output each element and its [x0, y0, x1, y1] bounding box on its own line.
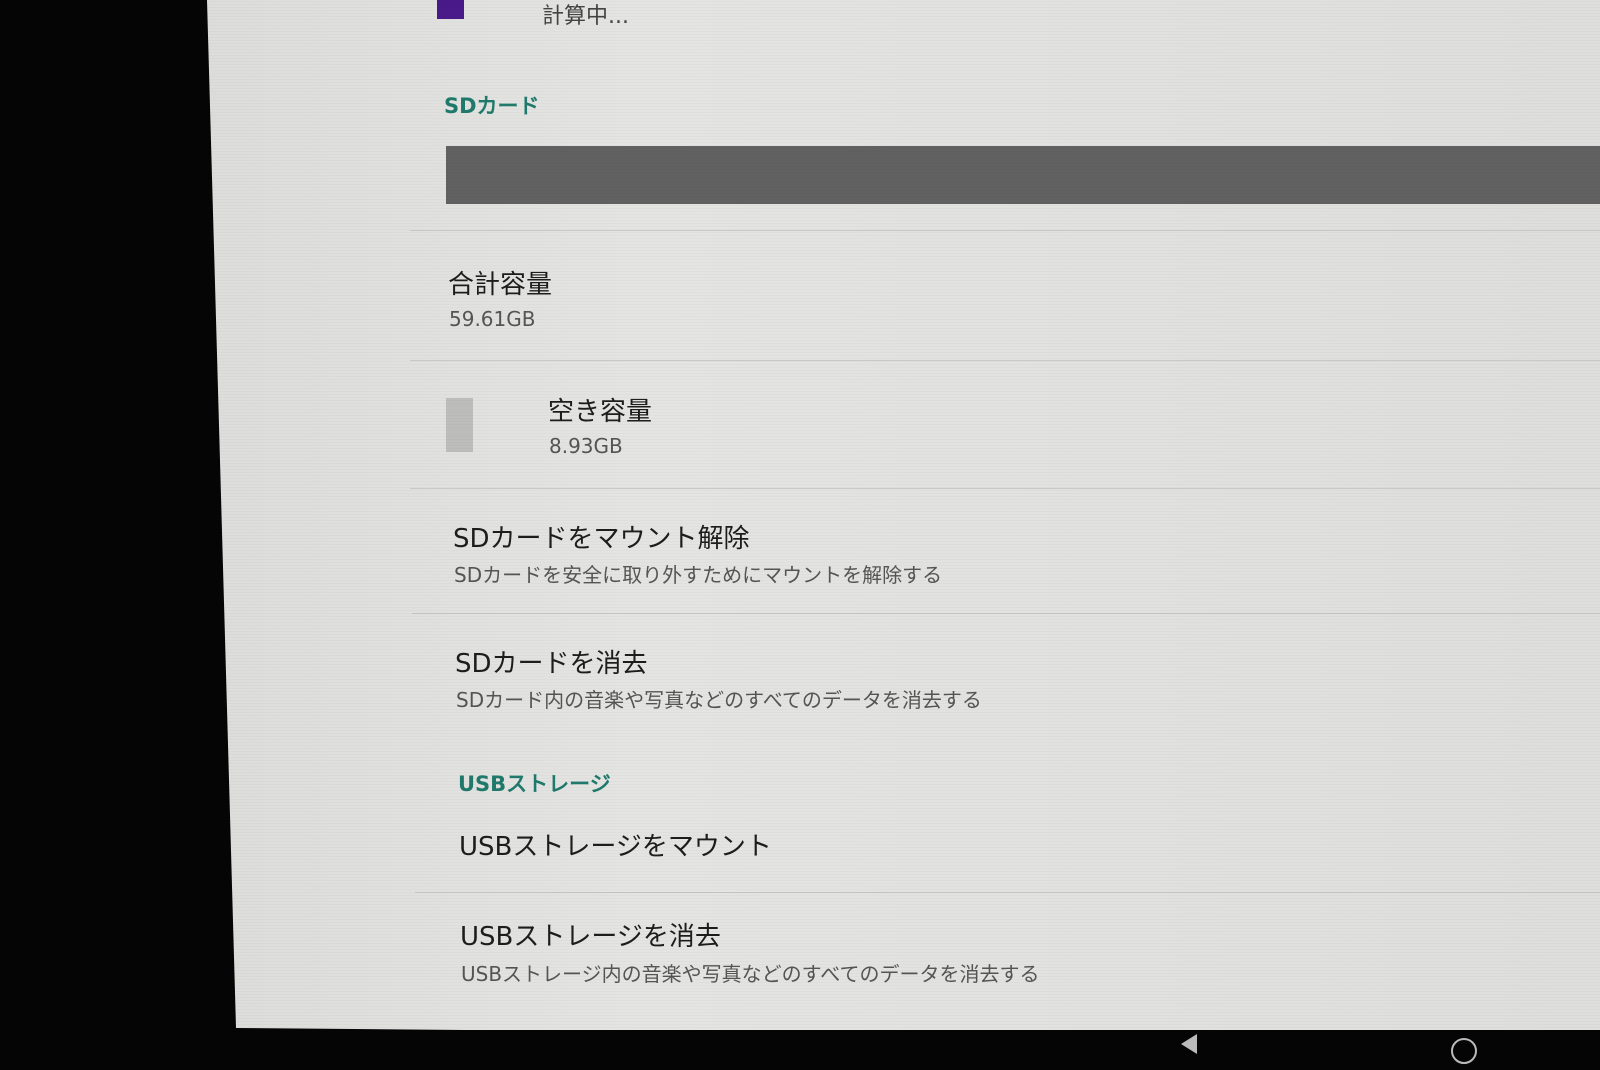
- free-space-legend-swatch: [446, 398, 473, 452]
- storage-settings-screen: 計算中... SDカード 合計容量 59.61GB 空き容量 8.93GB SD…: [207, 0, 1600, 1040]
- back-icon[interactable]: [1181, 1034, 1197, 1054]
- usb-storage-header: USBストレージ: [458, 772, 611, 796]
- total-capacity-value: 59.61GB: [449, 307, 536, 331]
- free-space-value: 8.93GB: [549, 434, 623, 458]
- erase-usb-storage-summary: USBストレージ内の音楽や写真などのすべてのデータを消去する: [461, 962, 1040, 986]
- mount-usb-storage-title: USBストレージをマウント: [459, 832, 772, 862]
- unmount-sd-card-summary: SDカードを安全に取り外すためにマウントを解除する: [454, 563, 943, 587]
- sd-card-usage-bar: [446, 146, 1600, 204]
- erase-usb-storage-title: USBストレージを消去: [460, 922, 721, 952]
- unmount-sd-card-title: SDカードをマウント解除: [453, 524, 750, 554]
- sd-card-header: SDカード: [444, 94, 540, 118]
- navigation-bar: [236, 1030, 1600, 1070]
- calculating-legend-swatch: [437, 0, 464, 19]
- free-space-label: 空き容量: [548, 397, 653, 427]
- erase-sd-card-summary: SDカード内の音楽や写真などのすべてのデータを消去する: [456, 688, 982, 712]
- erase-sd-card-title: SDカードを消去: [455, 649, 648, 679]
- calculating-status: 計算中...: [542, 4, 629, 29]
- home-icon[interactable]: [1451, 1038, 1477, 1064]
- total-capacity-label: 合計容量: [448, 270, 553, 300]
